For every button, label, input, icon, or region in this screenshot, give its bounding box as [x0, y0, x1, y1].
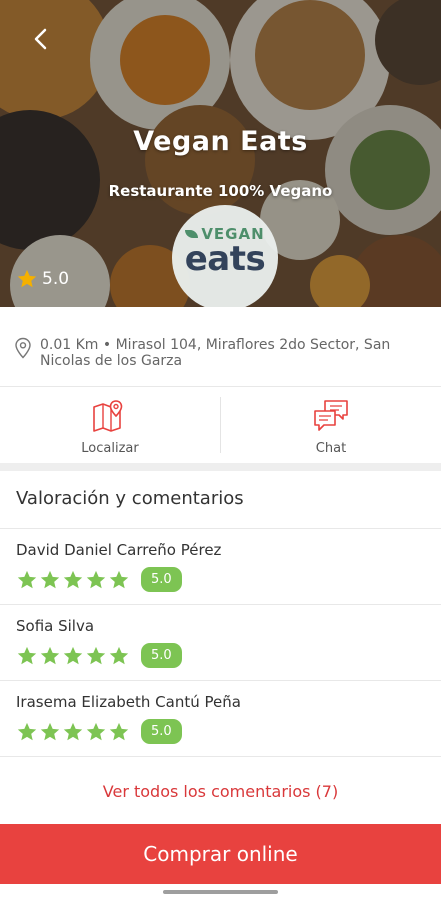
restaurant-subtitle: Restaurante 100% Vegano: [108, 182, 333, 200]
reviews-title: Valoración y comentarios: [0, 471, 441, 529]
reviewer-name: Irasema Elizabeth Cantú Peña: [16, 693, 241, 711]
locate-button[interactable]: Localizar: [0, 387, 220, 463]
section-separator: [0, 463, 441, 471]
star-icon: [63, 646, 83, 664]
home-indicator[interactable]: [163, 890, 278, 894]
chat-icon: [314, 400, 348, 431]
star-icon: [109, 646, 129, 664]
star-icon: [86, 722, 106, 740]
leaf-icon: [185, 230, 199, 238]
star-icon: [40, 570, 60, 588]
star-icon: [17, 722, 37, 740]
star-rating: [16, 721, 131, 743]
map-pin-icon: [15, 337, 31, 359]
star-icon: [86, 646, 106, 664]
star-icon: [63, 722, 83, 740]
restaurant-rating: 5.0: [16, 268, 69, 290]
restaurant-name: Vegan Eats: [133, 126, 308, 157]
star-icon: [17, 269, 37, 288]
system-nav-bar: [0, 884, 441, 900]
chat-label: Chat: [315, 441, 347, 456]
rating-value: 5.0: [42, 269, 70, 289]
star-icon: [109, 570, 129, 588]
reviewer-name: Sofia Silva: [16, 617, 95, 635]
review-item: Irasema Elizabeth Cantú Peña 5.0: [0, 681, 441, 757]
review-item: Sofia Silva 5.0: [0, 605, 441, 681]
address-row: 0.01 Km • Mirasol 104, Miraflores 2do Se…: [0, 307, 441, 387]
score-badge: 5.0: [141, 567, 182, 592]
star-rating: [16, 569, 131, 591]
restaurant-hero: Vegan Eats Restaurante 100% Vegano VEGAN…: [0, 0, 441, 307]
action-bar: Localizar Chat: [0, 387, 441, 463]
score-badge: 5.0: [141, 643, 182, 668]
locate-label: Localizar: [81, 441, 139, 456]
star-icon: [63, 570, 83, 588]
restaurant-logo: VEGAN eats: [172, 205, 278, 307]
see-all-reviews-link[interactable]: Ver todos los comentarios (7): [0, 758, 441, 824]
chat-button[interactable]: Chat: [221, 387, 441, 463]
chevron-left-icon: [34, 28, 47, 50]
address-text: 0.01 Km • Mirasol 104, Miraflores 2do Se…: [40, 337, 391, 369]
back-button[interactable]: [26, 24, 56, 54]
map-icon: [93, 400, 123, 432]
star-icon: [40, 722, 60, 740]
star-icon: [40, 646, 60, 664]
star-icon: [86, 570, 106, 588]
review-item: David Daniel Carreño Pérez 5.0: [0, 529, 441, 605]
star-icon: [17, 646, 37, 664]
buy-online-button[interactable]: Comprar online: [0, 824, 441, 884]
star-icon: [109, 722, 129, 740]
star-icon: [17, 570, 37, 588]
reviewer-name: David Daniel Carreño Pérez: [16, 541, 222, 559]
score-badge: 5.0: [141, 719, 182, 744]
star-rating: [16, 645, 131, 667]
